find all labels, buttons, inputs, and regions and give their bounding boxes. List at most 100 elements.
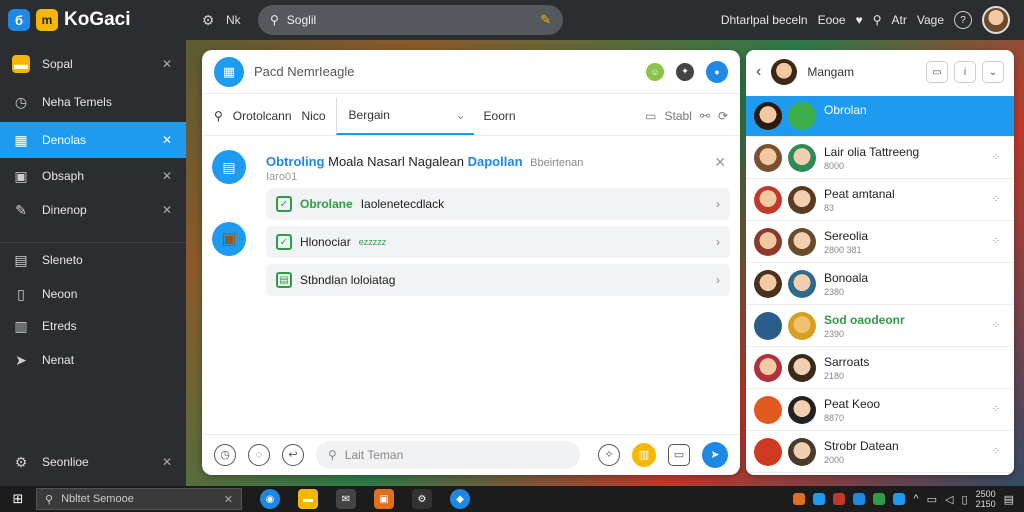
top-nk-label[interactable]: Nk (226, 13, 241, 27)
top-right-text[interactable]: Dhtarlpal beceln (721, 13, 808, 27)
tray-app-icon[interactable] (833, 493, 846, 505)
sidebar-item-obsaph[interactable]: ▣ Obsaph ✕ (0, 158, 186, 194)
message-title-sender[interactable]: Obtroling (266, 154, 325, 169)
contact-row[interactable]: Peat Keoo 8870 ⁘ (746, 390, 1014, 431)
top-right-text4[interactable]: Vage (917, 13, 944, 27)
tab-orotolcann[interactable]: Orotolcann (233, 109, 292, 123)
clock[interactable]: 2500 2150 (976, 489, 996, 509)
store-icon[interactable]: ▣ (374, 489, 394, 509)
top-right-text2[interactable]: Eooe (818, 13, 846, 27)
close-icon[interactable]: ✕ (162, 455, 172, 469)
sidebar-item-neoon[interactable]: ▯ Neoon (0, 276, 186, 312)
reply-icon[interactable]: ↩ (282, 443, 304, 466)
top-right-text3[interactable]: Atr (892, 13, 907, 27)
comment-icon[interactable]: ▭ (645, 109, 656, 123)
mail-icon[interactable]: ✉ (336, 489, 356, 509)
sidebar-item-etreds[interactable]: ▥ Etreds (0, 308, 186, 344)
close-icon[interactable]: ✕ (162, 169, 172, 183)
tray-app-icon[interactable] (853, 493, 866, 505)
file-explorer-icon[interactable]: ▬ (298, 489, 318, 509)
tray-app-icon[interactable] (873, 493, 886, 505)
contacts-avatar[interactable] (771, 59, 798, 85)
contact-row[interactable]: Obrolan (746, 96, 1014, 137)
message-title-link[interactable]: Dapollan (468, 154, 523, 169)
message-card-1[interactable]: ✓ Obrolane Iaolenetecdlack › (266, 188, 730, 220)
tray-app-icon[interactable] (893, 493, 906, 505)
message-card-2[interactable]: ✓ Hlonociar ezzzzz › (266, 226, 730, 258)
tab-nico[interactable]: Nico (302, 109, 326, 123)
more-icon[interactable]: ⁘ (992, 152, 1000, 163)
sticker-icon[interactable]: ▥ (632, 442, 656, 467)
settings-icon[interactable]: ⚙ (412, 489, 432, 509)
contact-row[interactable]: Sereolia 2800 381 ⁘ (746, 222, 1014, 263)
heart-icon[interactable]: ♥ (856, 13, 863, 27)
volume-icon[interactable]: ◁ (945, 493, 953, 506)
clock-icon[interactable]: ◷ (214, 443, 236, 466)
contact-row[interactable]: Strobr Datean 2000 ⁘ (746, 432, 1014, 473)
location-icon[interactable]: ◆ (450, 489, 470, 509)
notification-icon[interactable]: ● (706, 60, 728, 83)
network-icon[interactable]: ▭ (927, 493, 937, 506)
close-icon[interactable]: ✕ (714, 154, 726, 171)
more-icon[interactable]: ⁘ (992, 194, 1000, 205)
message-card-3[interactable]: ▤ Stbndlan loloiatag › (266, 264, 730, 296)
sidebar-item-sopal[interactable]: ▬ Sopal ✕ (0, 46, 186, 82)
sidebar-item-seonlioe[interactable]: ⚙ Seonlioe ✕ (0, 444, 186, 480)
contact-row[interactable]: Bonoala 2380 (746, 264, 1014, 305)
sidebar-item-label: Neha Temels (42, 95, 112, 109)
contact-row[interactable]: Sod oaodeonr 2390 ⁘ (746, 306, 1014, 347)
notifications-icon[interactable]: ▤ (1004, 493, 1014, 506)
package-avatar[interactable]: ▣ (212, 222, 246, 256)
category-select[interactable]: Bergain ⌄ (335, 96, 474, 135)
taskbar-search[interactable]: ⚲ Nbltet Semooe ✕ (36, 488, 242, 510)
windows-start-icon[interactable]: ⊞ (0, 486, 36, 512)
more-icon[interactable]: ⁘ (992, 320, 1000, 331)
chat-bubble-icon[interactable]: ◌ (248, 443, 270, 466)
top-search-input[interactable]: ⚲ Soglil ✎ (258, 5, 563, 35)
message-input[interactable]: ⚲ Lait Teman (316, 440, 580, 469)
chevron-down-icon[interactable]: ⌄ (982, 61, 1004, 83)
link-icon[interactable]: ⚯ (700, 109, 710, 123)
tray-app-icon[interactable] (793, 493, 806, 505)
close-icon[interactable]: ✕ (162, 133, 172, 147)
user-avatar[interactable] (982, 6, 1010, 34)
attach-icon[interactable]: ▭ (668, 443, 690, 466)
game-icon[interactable]: ✦ (676, 62, 694, 81)
sender-avatar[interactable]: ▤ (212, 150, 246, 184)
close-icon[interactable]: ✕ (162, 203, 172, 217)
contact-row[interactable]: Lair olia Tattreeng 8000 ⁘ (746, 138, 1014, 179)
battery-icon[interactable]: ▯ (962, 493, 968, 506)
sidebar-item-denolas[interactable]: ▦ Denolas ✕ (0, 122, 186, 158)
tray-app-icon[interactable] (813, 493, 826, 505)
help-icon[interactable]: ? (954, 11, 972, 29)
sync-icon[interactable]: ⟳ (718, 109, 728, 123)
sidebar-item-nenat[interactable]: ➤ Nenat (0, 342, 186, 378)
sidebar-item-neha[interactable]: ◷ Neha Temels (0, 84, 186, 120)
emoji-icon[interactable]: ☺ (646, 62, 664, 81)
close-icon[interactable]: ✕ (162, 57, 172, 71)
tab-stabl[interactable]: Stabl (665, 109, 692, 123)
pin-icon[interactable]: ✎ (540, 12, 551, 28)
sidebar-item-sleneto[interactable]: ▤ Sleneto (0, 242, 186, 278)
contact-row[interactable]: Peat amtanal 83 ⁘ (746, 180, 1014, 221)
chat-avatar[interactable]: ▦ (214, 56, 244, 87)
chevron-up-icon[interactable]: ^ (913, 493, 918, 505)
back-icon[interactable]: ‹ (756, 63, 761, 81)
more-icon[interactable]: ⁘ (992, 404, 1000, 415)
contact-row[interactable]: Sarroats 2180 (746, 348, 1014, 389)
browser-icon[interactable]: ◉ (260, 489, 280, 509)
send-icon[interactable]: ➤ (702, 441, 728, 468)
tab-eoorn[interactable]: Eoorn (484, 109, 516, 123)
close-icon[interactable]: ✕ (224, 493, 233, 506)
contact-meta: 2800 381 (824, 245, 862, 255)
window-icon[interactable]: ▭ (926, 61, 948, 83)
info-icon[interactable]: i (954, 61, 976, 83)
more-icon[interactable]: ⁘ (992, 236, 1000, 247)
app-badge-icon[interactable]: б (8, 9, 30, 31)
search-person-icon[interactable]: ⚲ (873, 13, 882, 27)
contact-avatar-secondary (788, 396, 816, 424)
more-icon[interactable]: ⁘ (992, 446, 1000, 457)
settings-icon[interactable]: ⚙ (198, 10, 218, 30)
sidebar-item-dinenop[interactable]: ✎ Dinenop ✕ (0, 192, 186, 228)
sparkle-icon[interactable]: ✧ (598, 443, 620, 466)
